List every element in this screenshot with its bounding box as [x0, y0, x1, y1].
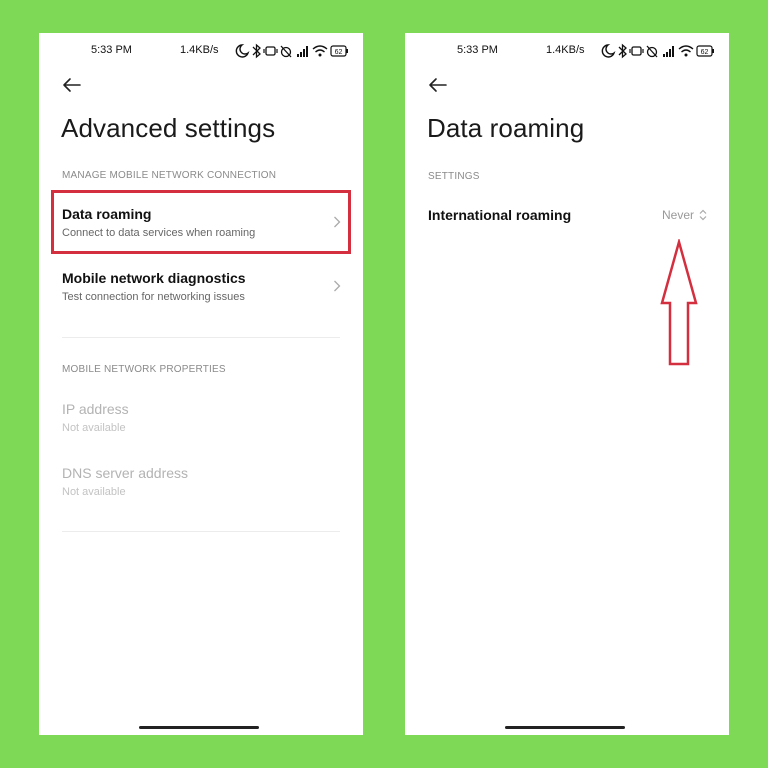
page-title: Data roaming	[427, 113, 585, 143]
status-icons: 62	[601, 43, 715, 59]
back-arrow-icon[interactable]	[426, 73, 450, 97]
status-bar: 5:33 PM 1.4KB/s 62	[405, 43, 729, 59]
status-icons: 62	[235, 43, 349, 59]
status-time: 5:33 PM	[91, 44, 132, 56]
divider	[62, 531, 340, 532]
home-indicator[interactable]	[139, 726, 259, 729]
data-roaming-title: Data roaming	[62, 206, 152, 222]
international-roaming-label: International roaming	[428, 207, 572, 223]
bluetooth-icon	[618, 43, 627, 59]
diagnostics-title: Mobile network diagnostics	[62, 270, 246, 286]
roaming-value-select[interactable]: Never	[662, 208, 707, 222]
signal-icon	[297, 46, 308, 57]
advanced-settings-screen: 5:33 PM 1.4KB/s 62 Advanced settings MAN…	[39, 33, 363, 735]
section-header-manage: MANAGE MOBILE NETWORK CONNECTION	[62, 170, 277, 181]
vibrate-icon	[263, 46, 278, 56]
status-bar: 5:33 PM 1.4KB/s 62	[39, 43, 363, 59]
arrow-up-icon	[660, 239, 698, 366]
battery-icon: 62	[696, 45, 714, 57]
vibrate-icon	[629, 46, 644, 56]
data-roaming-screen: 5:33 PM 1.4KB/s 62 Data roaming SETTINGS…	[405, 33, 729, 735]
section-header-settings: SETTINGS	[428, 171, 480, 182]
dns-server-value: Not available	[62, 486, 126, 498]
battery-icon: 62	[330, 45, 348, 57]
alarm-off-icon	[280, 45, 292, 58]
ip-address-item: IP address Not available	[39, 388, 363, 443]
network-speed: 1.4KB/s	[180, 44, 219, 56]
section-header-properties: MOBILE NETWORK PROPERTIES	[62, 364, 226, 375]
network-speed: 1.4KB/s	[546, 44, 585, 56]
chevron-right-icon	[334, 216, 341, 228]
mobile-network-diagnostics-item[interactable]: Mobile network diagnostics Test connecti…	[39, 258, 363, 318]
status-time: 5:33 PM	[457, 44, 498, 56]
bluetooth-icon	[252, 43, 261, 59]
svg-text:62: 62	[701, 49, 709, 56]
dns-server-title: DNS server address	[62, 465, 189, 481]
moon-icon	[601, 44, 616, 58]
home-indicator[interactable]	[505, 726, 625, 729]
chevron-right-icon	[334, 280, 341, 292]
chevron-updown-icon	[699, 209, 707, 221]
alarm-off-icon	[646, 45, 658, 58]
moon-icon	[235, 44, 250, 58]
ip-address-title: IP address	[62, 401, 129, 417]
data-roaming-item[interactable]: Data roaming Connect to data services wh…	[39, 193, 363, 253]
divider	[62, 337, 340, 338]
signal-icon	[663, 46, 674, 57]
dns-server-item: DNS server address Not available	[39, 453, 363, 508]
wifi-icon	[678, 45, 694, 57]
diagnostics-subtitle: Test connection for networking issues	[62, 291, 245, 303]
wifi-icon	[312, 45, 328, 57]
ip-address-value: Not available	[62, 422, 126, 434]
page-title: Advanced settings	[61, 113, 276, 143]
back-arrow-icon[interactable]	[60, 73, 84, 97]
svg-text:62: 62	[335, 49, 343, 56]
data-roaming-subtitle: Connect to data services when roaming	[62, 227, 256, 239]
roaming-value: Never	[661, 208, 694, 222]
